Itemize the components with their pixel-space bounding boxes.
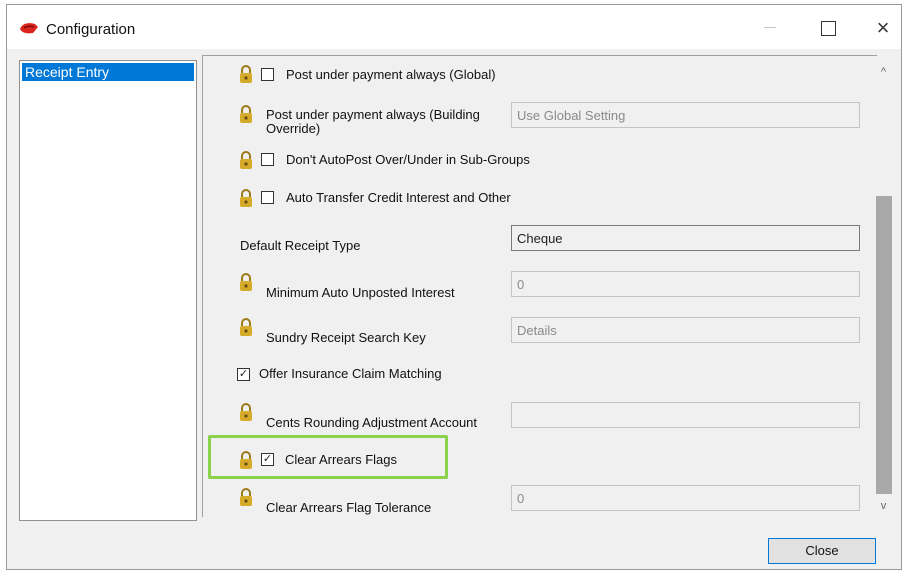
default-receipt-type-select[interactable]: Cheque (511, 225, 860, 251)
scroll-down-button[interactable]: v (873, 496, 894, 516)
post-under-global-checkbox[interactable] (261, 68, 274, 81)
min-auto-unposted-label: Minimum Auto Unposted Interest (266, 285, 455, 300)
min-auto-unposted-input[interactable]: 0 (511, 271, 860, 297)
maximize-icon (820, 20, 836, 36)
lock-icon (240, 189, 252, 207)
minimize-icon (764, 27, 776, 28)
dont-autopost-checkbox[interactable] (261, 153, 274, 166)
close-icon: × (876, 15, 890, 40)
auto-transfer-checkbox[interactable] (261, 191, 274, 204)
post-under-global-label: Post under payment always (Global) (286, 67, 496, 82)
post-under-building-label: Post under payment always (Building Over… (266, 107, 480, 136)
lock-icon (240, 151, 252, 169)
lock-icon (240, 318, 252, 336)
auto-transfer-label: Auto Transfer Credit Interest and Other (286, 190, 511, 205)
close-button[interactable]: Close (768, 538, 876, 564)
maximize-button[interactable] (807, 11, 849, 45)
clear-arrears-tolerance-input[interactable]: 0 (511, 485, 860, 511)
lock-icon (240, 105, 252, 123)
cents-rounding-label: Cents Rounding Adjustment Account (266, 415, 478, 430)
scroll-up-button[interactable]: ^ (873, 62, 894, 82)
cents-rounding-input[interactable] (511, 402, 860, 428)
settings-nav-list: Receipt Entry (19, 60, 197, 521)
minimize-button[interactable] (749, 11, 791, 45)
chevron-up-icon: ^ (880, 66, 887, 78)
nav-item-receipt-entry[interactable]: Receipt Entry (22, 63, 194, 81)
lock-icon (240, 451, 252, 469)
lock-icon (240, 273, 252, 291)
window-close-button[interactable]: × (862, 11, 904, 45)
window-title: Configuration (46, 21, 136, 38)
default-receipt-type-label: Default Receipt Type (240, 238, 361, 253)
vertical-scrollbar[interactable]: ^ v (873, 56, 894, 517)
sundry-search-key-label: Sundry Receipt Search Key (266, 330, 426, 345)
post-under-building-select[interactable]: Use Global Setting (511, 102, 860, 128)
lock-icon (240, 65, 252, 83)
lock-icon (240, 403, 252, 421)
clear-arrears-flags-checkbox[interactable]: ✓ (261, 453, 274, 466)
scroll-thumb[interactable] (876, 196, 892, 494)
title-bar: Configuration × (7, 5, 901, 49)
clear-arrears-flags-label: Clear Arrears Flags (285, 452, 397, 467)
offer-insurance-label: Offer Insurance Claim Matching (259, 366, 442, 381)
app-logo-icon (20, 23, 38, 34)
offer-insurance-checkbox[interactable]: ✓ (237, 368, 250, 381)
dont-autopost-label: Don't AutoPost Over/Under in Sub-Groups (286, 152, 530, 167)
lock-icon (240, 488, 252, 506)
sundry-search-key-select[interactable]: Details (511, 317, 860, 343)
chevron-down-icon: v (880, 500, 887, 512)
clear-arrears-tolerance-label: Clear Arrears Flag Tolerance (266, 500, 432, 515)
